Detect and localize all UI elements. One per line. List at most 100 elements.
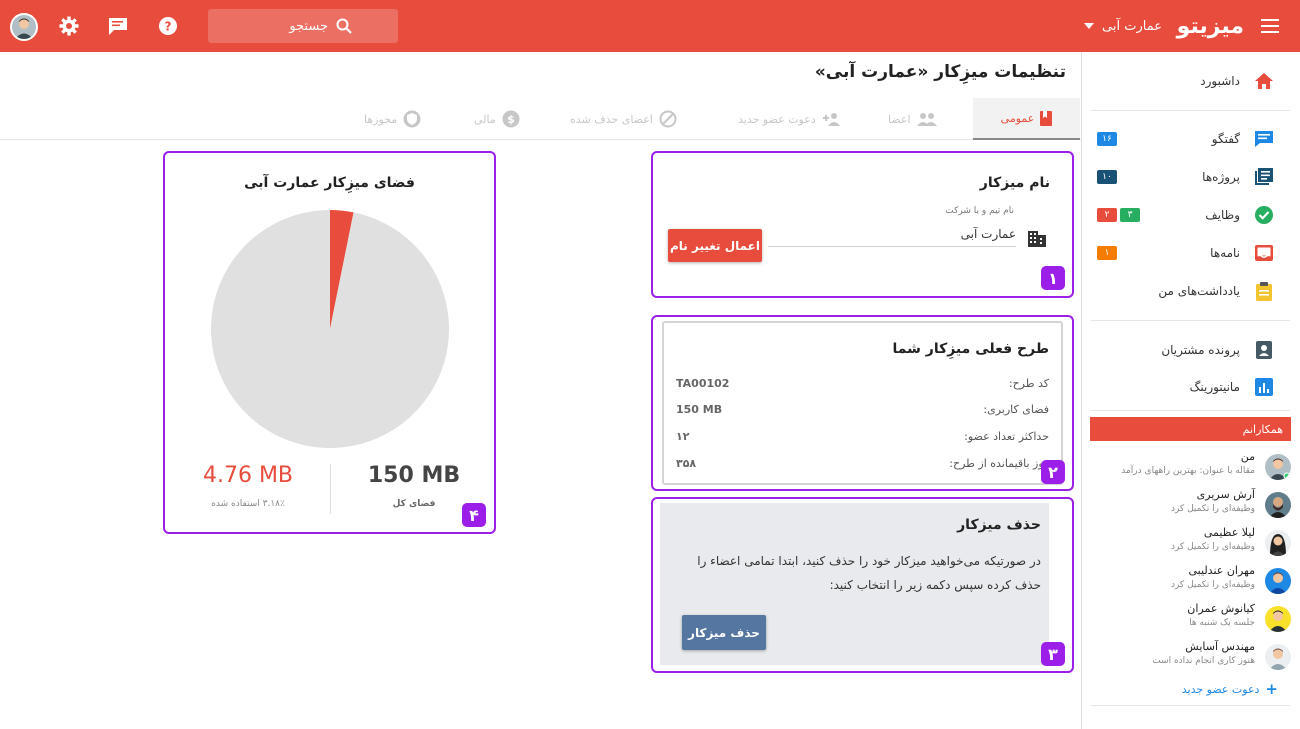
colleague-status: مقاله با عنوان: بهترین راههای درآمد (1121, 466, 1255, 476)
colleague-name: آرش سریری (1196, 488, 1255, 501)
tasks-done-badge: ۳ (1120, 208, 1140, 222)
sidebar-item-label: پرونده مشتریان (1161, 343, 1240, 357)
chat-icon[interactable] (106, 0, 130, 52)
workspace-name: عمارت آبی (1102, 18, 1162, 34)
marker-badge: ۳ (1041, 642, 1065, 666)
building-icon (1027, 230, 1047, 252)
plan-key: فضای کاربری: (983, 403, 1049, 416)
colleague-name: مهران عندلیبی (1188, 564, 1255, 577)
menu-icon[interactable] (1256, 0, 1286, 52)
search-icon[interactable] (336, 18, 352, 34)
divider (1091, 410, 1290, 411)
avatar (1265, 530, 1291, 556)
field-label: نام تیم و یا شرکت (945, 206, 1014, 216)
customer-file-icon (1254, 340, 1274, 360)
sidebar-item-tasks[interactable]: وظایف ۳ ۲ (1081, 196, 1300, 234)
sidebar-item-projects[interactable]: پروژه‌ها ۱۰ (1081, 158, 1300, 196)
shield-icon (403, 110, 421, 128)
plan-key: کد طرح: (1008, 377, 1049, 390)
sidebar-item-label: نامه‌ها (1210, 246, 1240, 260)
projects-icon (1254, 167, 1274, 187)
delete-card-highlight: حذف میزکار در صورتیکه می‌خواهید میزکار خ… (651, 497, 1074, 673)
colleague-item[interactable]: کیانوش عمران جلسه یک شنبه ها (1090, 602, 1291, 640)
tab-removed-members[interactable]: اعضای حذف شده (570, 98, 677, 140)
divider (1091, 705, 1290, 706)
plus-icon: + (1265, 680, 1278, 698)
money-icon: $ (502, 110, 520, 128)
add-group-icon (822, 113, 840, 126)
tab-members[interactable]: اعضا (888, 98, 937, 140)
sidebar-item-notes[interactable]: یادداشت‌های من (1081, 272, 1300, 310)
card-title: فضای میزِکار عمارت آبی (244, 175, 415, 191)
group-icon (916, 113, 937, 126)
colleague-name: من (1240, 450, 1255, 463)
mail-count-badge: ۱ (1097, 246, 1117, 260)
brand-logo[interactable]: میزیتو (1177, 0, 1244, 52)
sidebar-item-mail[interactable]: نامه‌ها ۱ (1081, 234, 1300, 272)
marker-badge: ۱ (1041, 266, 1065, 290)
avatar (1265, 492, 1291, 518)
user-avatar[interactable] (10, 13, 38, 41)
tab-label: عمومی (1000, 111, 1035, 125)
workspace-name-input[interactable] (768, 221, 1016, 247)
plan-value: ۳۵۸ (676, 457, 697, 470)
block-icon (659, 110, 677, 128)
invite-member-link[interactable]: + دعوت عضو جدید (1182, 680, 1278, 698)
tab-label: مجوزها (364, 112, 398, 126)
inbox-icon (1254, 243, 1274, 263)
settings-icon[interactable] (57, 0, 81, 52)
tab-label: اعضای حذف شده (570, 112, 653, 126)
svg-text:$: $ (507, 113, 515, 126)
avatar (1265, 644, 1291, 670)
plan-row: فضای کاربری: 150 MB (676, 403, 1049, 423)
colleague-item[interactable]: من مقاله با عنوان: بهترین راههای درآمد (1090, 450, 1291, 488)
sidebar-item-customers[interactable]: پرونده مشتریان (1081, 331, 1300, 369)
card-title: طرح فعلی میزِکار شما (892, 341, 1049, 357)
tab-invite-member[interactable]: دعوت عضو جدید (738, 98, 842, 140)
search-input[interactable] (208, 18, 328, 34)
delete-description: در صورتیکه می‌خواهید میزکار خود را حذف ک… (697, 554, 1041, 592)
storage-pie-chart (211, 210, 449, 448)
top-bar: میزیتو عمارت آبی ? (0, 0, 1300, 52)
workspace-selector[interactable]: عمارت آبی (1084, 0, 1162, 52)
colleague-item[interactable]: لیلا عظیمی وظیفه‌ای را تکمیل کرد (1090, 526, 1291, 564)
colleague-status: وظیفه‌ای را تکمیل کرد (1170, 504, 1255, 514)
colleague-item[interactable]: مهندس آسایش هنوز کاری انجام نداده است (1090, 640, 1291, 678)
delete-workspace-button[interactable]: حذف میزکار (682, 615, 766, 650)
tab-financial[interactable]: $ مالی (474, 98, 520, 140)
sidebar-item-chat[interactable]: گفتگو ۱۶ (1081, 120, 1300, 158)
divider (1091, 320, 1290, 321)
tab-label: اعضا (888, 112, 911, 126)
colleague-item[interactable]: آرش سریری وظیفه‌ای را تکمیل کرد (1090, 488, 1291, 526)
colleague-name: کیانوش عمران (1187, 602, 1255, 615)
sidebar-item-monitoring[interactable]: مانیتورینگ (1081, 368, 1300, 406)
plan-row: کد طرح: TA00102 (676, 377, 1049, 397)
home-icon (1254, 71, 1274, 91)
invite-label: دعوت عضو جدید (1181, 682, 1260, 696)
bookmark-icon (1040, 110, 1053, 126)
plan-value: TA00102 (676, 377, 730, 390)
colleague-status: هنوز کاری انجام نداده است (1152, 656, 1255, 666)
colleague-item[interactable]: مهران عندلیبی وظیفه‌ای را تکمیل کرد (1090, 564, 1291, 602)
sidebar-item-dashboard[interactable]: داشبورد (1081, 62, 1300, 100)
tab-general[interactable]: عمومی (973, 98, 1080, 140)
avatar (1265, 454, 1291, 480)
delete-card: حذف میزکار در صورتیکه می‌خواهید میزکار خ… (660, 503, 1049, 665)
tasks-overdue-badge: ۲ (1097, 208, 1117, 222)
used-space-label: ۳.۱۸٪ استفاده شده (211, 499, 285, 509)
dropdown-arrow-icon (1084, 23, 1095, 29)
sidebar-item-label: مانیتورینگ (1189, 380, 1240, 394)
svg-text:?: ? (165, 20, 172, 34)
rename-button[interactable]: اعمال تغییر نام (668, 229, 762, 262)
colleague-name: لیلا عظیمی (1203, 526, 1255, 539)
colleague-name: مهندس آسایش (1185, 640, 1255, 653)
storage-card: فضای میزِکار عمارت آبی 4.76 MB ۳.۱۸٪ است… (163, 151, 496, 534)
card-title: نام میزکار (979, 175, 1050, 191)
sidebar-item-label: پروژه‌ها (1202, 170, 1240, 184)
card-title: حذف میزکار (957, 517, 1041, 533)
tab-permissions[interactable]: مجوزها (364, 98, 421, 140)
search-box[interactable] (208, 9, 398, 43)
plan-row: روز باقیمانده از طرح: ۳۵۸ (676, 457, 1049, 477)
help-icon[interactable]: ? (156, 0, 180, 52)
tasks-check-icon (1254, 205, 1274, 225)
